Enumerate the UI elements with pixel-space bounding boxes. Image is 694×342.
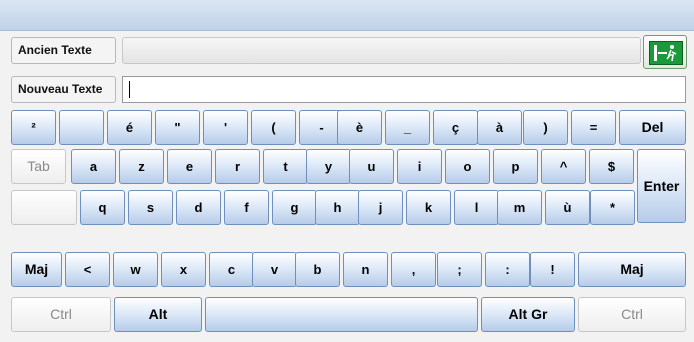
key-j[interactable]: j [358,190,403,225]
key-delete[interactable]: Del [619,110,686,145]
key-e-grave[interactable]: è [337,110,382,145]
key-r[interactable]: r [215,149,260,184]
key-l[interactable]: l [454,190,499,225]
key-shift-left[interactable]: Maj [11,252,62,287]
key-u-grave[interactable]: ù [545,190,590,225]
key-c-cedilla[interactable]: ç [433,110,478,145]
key-x[interactable]: x [161,252,206,287]
key-double-quote[interactable]: " [155,110,200,145]
exit-door-icon [649,41,683,65]
key-k[interactable]: k [406,190,451,225]
key-s[interactable]: s [128,190,173,225]
key-w[interactable]: w [113,252,158,287]
key-v[interactable]: v [252,252,297,287]
new-text-label: Nouveau Texte [11,76,116,103]
key-c[interactable]: c [209,252,254,287]
new-text-input[interactable] [122,76,686,103]
key-alt[interactable]: Alt [114,297,202,332]
key-ctrl-right[interactable]: Ctrl [578,297,686,332]
key-tab[interactable]: Tab [11,149,66,184]
key-close-paren[interactable]: ) [523,110,568,145]
key-e-acute[interactable]: é [107,110,152,145]
exit-button[interactable] [643,35,687,69]
key-caps-blank[interactable] [11,190,77,225]
key-g[interactable]: g [272,190,317,225]
key-m[interactable]: m [497,190,542,225]
key-shift-right[interactable]: Maj [578,252,686,287]
key-caret[interactable]: ^ [541,149,586,184]
key-o[interactable]: o [445,149,490,184]
key-f[interactable]: f [224,190,269,225]
key-q[interactable]: q [80,190,125,225]
key-b[interactable]: b [295,252,340,287]
key-t[interactable]: t [263,149,308,184]
key-exclamation[interactable]: ! [530,252,575,287]
title-bar [0,0,694,31]
key-d[interactable]: d [176,190,221,225]
text-caret [129,81,130,98]
key-u[interactable]: u [349,149,394,184]
old-text-label: Ancien Texte [11,37,116,64]
key-enter[interactable]: Enter [637,149,686,223]
key-h[interactable]: h [315,190,360,225]
key-z[interactable]: z [119,149,164,184]
key-superscript-two[interactable]: ² [11,110,56,145]
key-space[interactable] [205,297,478,332]
key-e[interactable]: e [167,149,212,184]
key-comma[interactable]: , [391,252,436,287]
key-semicolon[interactable]: ; [437,252,482,287]
key-p[interactable]: p [493,149,538,184]
key-apostrophe[interactable]: ' [203,110,248,145]
key-y[interactable]: y [306,149,351,184]
key-ctrl-left[interactable]: Ctrl [11,297,111,332]
key-blank-1[interactable] [59,110,104,145]
key-alt-gr[interactable]: Alt Gr [481,297,575,332]
key-i[interactable]: i [397,149,442,184]
key-open-paren[interactable]: ( [251,110,296,145]
key-underscore[interactable]: _ [385,110,430,145]
key-a[interactable]: a [71,149,116,184]
key-a-grave[interactable]: à [477,110,522,145]
key-equals[interactable]: = [571,110,616,145]
key-n[interactable]: n [343,252,388,287]
key-colon[interactable]: : [485,252,530,287]
key-asterisk[interactable]: * [590,190,635,225]
old-text-field [122,37,641,64]
key-less-than[interactable]: < [65,252,110,287]
key-dollar[interactable]: $ [589,149,634,184]
